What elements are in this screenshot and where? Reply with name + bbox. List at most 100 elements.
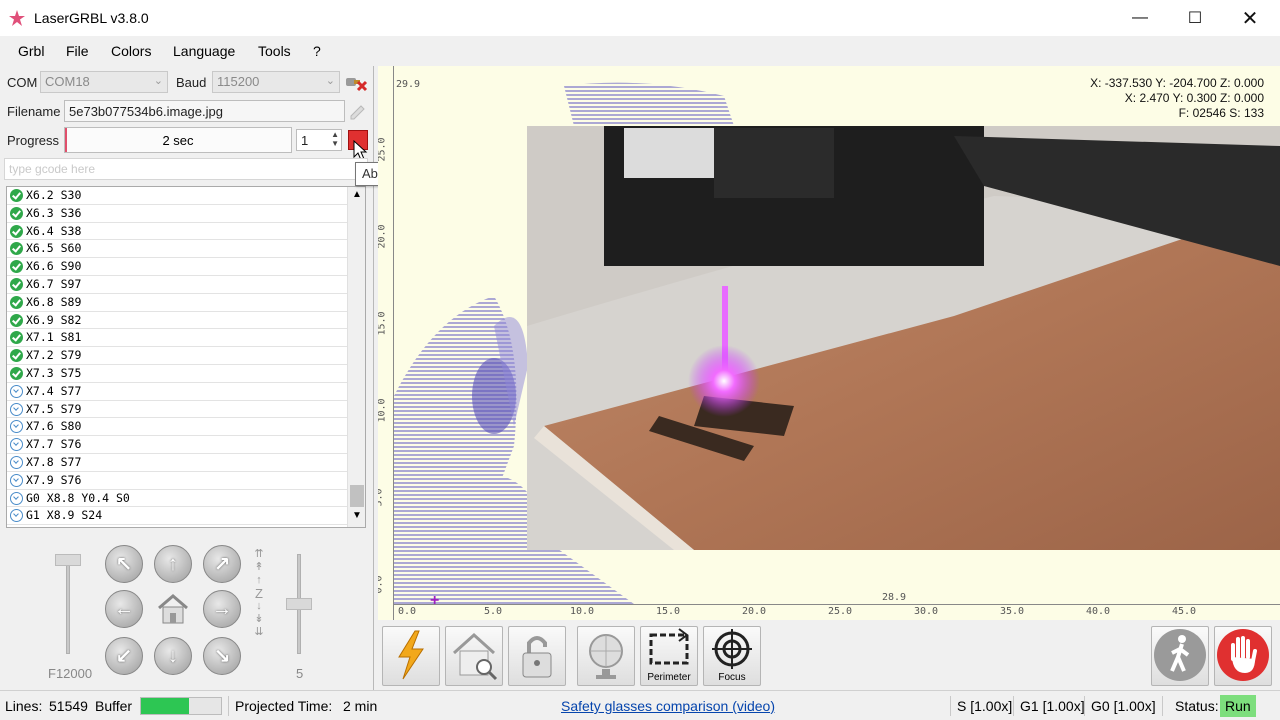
s-override[interactable]: S [1.00x] [957,698,1012,714]
gcode-row[interactable]: X7.3 S75 [7,365,347,383]
feed-slider-track[interactable] [66,554,70,654]
jog-up-right-button[interactable]: ↗ [203,545,241,583]
focus-button[interactable]: Focus [703,626,761,686]
passes-stepper[interactable]: 1 ▲ ▼ [296,129,342,151]
jog-down-left-button[interactable]: ↙ [105,637,143,675]
open-file-icon[interactable] [348,102,368,120]
menu-file[interactable]: File [66,43,89,59]
filename-field[interactable]: 5e73b077534b6.image.jpg [64,100,345,122]
jog-down-right-button[interactable]: ↘ [203,637,241,675]
status-separator [1162,696,1163,716]
x-tick-label: 20.0 [742,606,767,617]
preview-canvas[interactable]: 25.0 20.0 15.0 10.0 5.0 0.0 0.0 5.0 10.0 15.0 20.… [378,66,1280,620]
z-up-fast-icon[interactable]: ⇈ [252,548,266,561]
gcode-row[interactable]: X7.6 S80 [7,418,347,437]
baud-select[interactable]: 115200 ⌄ [212,71,340,93]
gcode-row[interactable]: X6.7 S97 [7,276,347,294]
z-down-fast-icon[interactable]: ⇊ [252,626,266,639]
action-toolbar: Perimeter Focus [378,620,1280,690]
gcode-row[interactable]: X6.8 S89 [7,294,347,312]
pending-chevron-icon [10,438,23,452]
bottom-dimension: 28.9 [882,592,907,603]
com-label: COM [7,75,38,90]
feed-slider-thumb[interactable] [55,554,81,566]
gcode-row[interactable]: X7.9 S76 [7,472,347,490]
check-circle-icon [10,206,23,220]
disconnect-icon[interactable] [344,72,368,94]
video-overlay [527,126,1280,550]
title-bar: LaserGRBL v3.8.0 — ☐ ✕ [0,0,1280,36]
projected-time-label: Projected Time: [235,698,333,714]
pending-chevron-icon [10,509,23,523]
home-button[interactable] [154,590,192,628]
gcode-row[interactable]: X6.9 S82 [7,312,347,330]
gcode-row[interactable]: X6.6 S90 [7,258,347,276]
gcode-list[interactable]: X6.2 S30 X6.3 S36 X6.4 S38 X6.5 S60 X6.6 S90… [6,186,366,528]
run-button[interactable] [382,626,440,686]
list-scrollbar[interactable]: ▲ ▼ [347,187,365,527]
menu-help[interactable]: ? [313,43,321,59]
walk-button[interactable] [1151,626,1209,686]
origin-button[interactable] [577,626,635,686]
safety-video-link[interactable]: Safety glasses comparison (video) [561,698,775,714]
scrollbar-thumb[interactable] [350,485,364,507]
com-port-select[interactable]: COM18 ⌄ [40,71,168,93]
perimeter-button[interactable]: Perimeter [640,626,698,686]
x-tick-label: 5.0 [484,606,503,617]
gcode-row[interactable]: X6.3 S36 [7,205,347,223]
jog-right-button[interactable]: → [203,590,241,628]
scroll-down-icon[interactable]: ▼ [352,510,362,521]
gcode-text: X7.6 S80 [26,419,82,434]
gcode-row[interactable]: X7.7 S76 [7,436,347,454]
baud-label: Baud [176,75,207,90]
chevron-down-icon: ⌄ [153,75,163,87]
g0-override[interactable]: G0 [1.00x] [1091,698,1156,714]
stop-hand-icon [1217,629,1269,681]
y-tick-label: 25.0 [378,137,388,162]
home-search-icon [452,632,498,681]
step-slider-thumb[interactable] [286,598,312,610]
gcode-command-input[interactable]: type gcode here [4,158,368,180]
gcode-row[interactable]: X7.8 S77 [7,454,347,472]
jog-up-button[interactable]: ↑ [154,545,192,583]
perimeter-icon [649,628,689,665]
gcode-text: X7.8 S77 [26,455,82,469]
status-label: Status: [1175,698,1219,714]
gcode-row[interactable]: X7.4 S77 [7,383,347,401]
z-down-icon[interactable]: ↡ [252,613,266,626]
gcode-row[interactable]: X6.2 S30 [7,187,347,205]
gcode-row[interactable]: X7.1 S81 [7,329,347,348]
globe-icon [589,634,623,679]
check-circle-icon [10,278,23,291]
g1-override[interactable]: G1 [1.00x] [1020,698,1085,714]
menu-tools[interactable]: Tools [258,43,291,59]
scroll-up-icon[interactable]: ▲ [352,189,362,200]
menu-language[interactable]: Language [173,43,235,59]
gcode-row[interactable]: X6.4 S38 [7,223,347,241]
gcode-row[interactable]: X7.2 S79 [7,347,347,365]
close-button[interactable]: ✕ [1222,0,1278,36]
progress-text: 2 sec [162,133,194,148]
jog-up-left-button[interactable]: ↖ [105,545,143,583]
jog-down-button[interactable]: ↓ [154,637,192,675]
home-search-button[interactable] [445,626,503,686]
z-down-small-icon[interactable]: ↓ [252,600,266,613]
gcode-text: X7.4 S77 [26,383,82,398]
gcode-text: X7.3 S75 [26,366,82,380]
minimize-button[interactable]: — [1112,0,1168,36]
maximize-button[interactable]: ☐ [1167,0,1223,36]
check-circle-icon [10,349,23,363]
y-tick-label: 0.0 [378,575,385,594]
check-circle-icon [10,242,23,256]
gcode-row[interactable]: X6.5 S60 [7,240,347,259]
gcode-row[interactable]: X7.5 S79 [7,401,347,419]
gcode-text: X6.6 S90 [26,259,82,274]
gcode-row[interactable]: G1 X8.9 S24 [7,507,347,526]
menu-colors[interactable]: Colors [111,43,151,59]
z-up-icon[interactable]: ↟ [252,561,266,574]
jog-left-button[interactable]: ← [105,590,143,628]
gcode-row[interactable]: G0 X8.8 Y0.4 S0 [7,490,347,508]
unlock-button[interactable] [508,626,566,686]
menu-grbl[interactable]: Grbl [18,43,44,59]
emergency-stop-button[interactable] [1214,626,1272,686]
